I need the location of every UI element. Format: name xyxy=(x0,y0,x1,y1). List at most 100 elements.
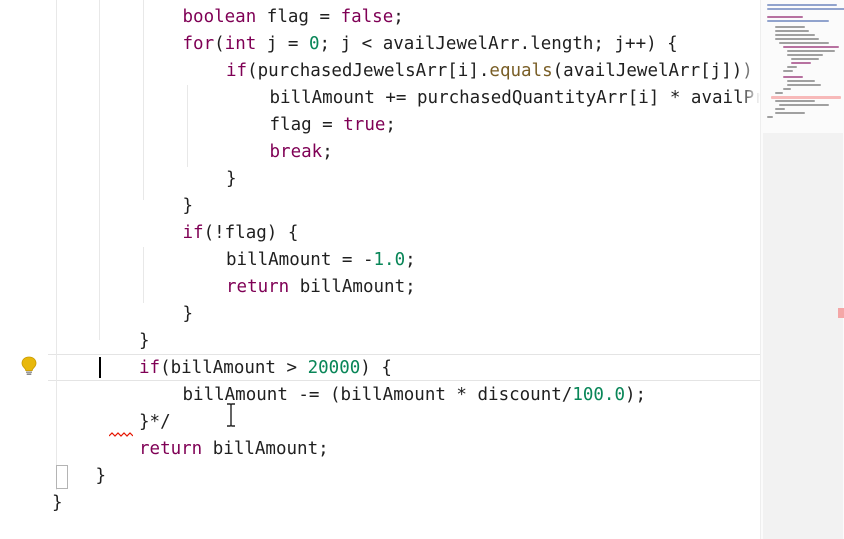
minimap-code-line xyxy=(779,42,829,44)
code-token: billAmount = - xyxy=(226,250,374,270)
minimap-code-line xyxy=(767,116,773,118)
code-token: (!flag) { xyxy=(203,223,299,243)
code-token: billAmount += purchasedQuantityArr[i] * … xyxy=(269,88,761,108)
minimap-code-line xyxy=(775,38,819,40)
code-token: } xyxy=(52,493,63,513)
code-token: billAmount; xyxy=(289,277,416,297)
code-token: (purchasedJewelsArr[i]. xyxy=(247,61,490,81)
matching-brace-highlight xyxy=(56,465,68,489)
code-token: } xyxy=(95,466,107,486)
minimap[interactable] xyxy=(760,0,844,539)
minimap-code-line xyxy=(775,100,815,102)
code-line[interactable]: } xyxy=(183,301,194,328)
minimap-code-line xyxy=(775,30,809,32)
code-token: equals xyxy=(489,61,553,81)
code-token: ); xyxy=(625,385,647,405)
minimap-code-line xyxy=(787,66,797,68)
code-line[interactable]: billAmount -= (billAmount * discount/100… xyxy=(183,382,647,409)
code-token: billAmount; xyxy=(202,439,329,459)
code-line[interactable]: if(billAmount > 20000) { xyxy=(139,355,392,382)
lightbulb-icon[interactable] xyxy=(20,356,38,376)
minimap-code-line xyxy=(787,50,835,52)
minimap-code-line xyxy=(787,84,821,86)
code-token: } xyxy=(182,196,194,216)
code-token: j = xyxy=(256,34,309,54)
minimap-viewport-slider[interactable] xyxy=(763,133,843,539)
minimap-error-line xyxy=(771,96,841,99)
minimap-code-line xyxy=(783,88,791,90)
code-token: int xyxy=(224,34,257,54)
code-token: flag = xyxy=(256,7,341,27)
code-token: false xyxy=(340,7,394,27)
code-token: boolean xyxy=(182,7,257,27)
minimap-code-line xyxy=(783,46,839,48)
code-token: }*/ xyxy=(139,412,171,432)
minimap-code-line xyxy=(767,4,837,6)
code-token: ; j < availJewelArr.length; j++) { xyxy=(319,34,678,54)
minimap-code-line xyxy=(775,92,783,94)
code-token: ; xyxy=(405,250,416,270)
error-squiggle xyxy=(109,432,133,437)
code-token: ) { xyxy=(360,358,392,378)
code-token: (availJewelArr[j])) { xyxy=(552,61,760,81)
code-text-area[interactable]: boolean flag = false; for(int j = 0; j < … xyxy=(48,0,760,539)
code-token: (billAmount > xyxy=(160,358,308,378)
code-token: ; xyxy=(393,7,404,27)
minimap-code-line xyxy=(791,62,811,64)
indent-guide xyxy=(56,0,57,490)
code-token: break xyxy=(269,142,323,162)
code-token: true xyxy=(343,115,386,135)
editor-gutter[interactable] xyxy=(0,0,48,539)
code-token: 20000 xyxy=(307,358,361,378)
code-token: } xyxy=(182,304,194,324)
minimap-code-line xyxy=(767,20,829,22)
code-token: 1.0 xyxy=(373,250,406,270)
code-token: ; xyxy=(385,115,396,135)
code-line[interactable]: } xyxy=(52,490,63,517)
minimap-code-line xyxy=(783,76,803,78)
code-token: billAmount -= (billAmount * discount/ xyxy=(182,385,573,405)
code-token: 100.0 xyxy=(572,385,626,405)
code-line[interactable]: } xyxy=(139,328,150,355)
code-token: for xyxy=(182,34,215,54)
code-token: } xyxy=(226,169,237,189)
code-line[interactable]: } xyxy=(183,193,194,220)
code-line[interactable]: return billAmount; xyxy=(139,436,329,463)
code-token: if xyxy=(182,223,204,243)
code-token: ; xyxy=(322,142,333,162)
code-line[interactable]: if(purchasedJewelsArr[i].equals(availJew… xyxy=(226,58,760,85)
text-cursor-icon xyxy=(227,403,235,427)
minimap-code-line xyxy=(775,108,785,110)
minimap-code-line xyxy=(767,16,803,18)
code-token: if xyxy=(226,61,248,81)
code-line[interactable]: } xyxy=(226,166,237,193)
minimap-code-line xyxy=(779,104,829,106)
minimap-code-line xyxy=(775,26,805,28)
minimap-code-line xyxy=(787,54,823,56)
minimap-code-line xyxy=(783,70,793,72)
code-line[interactable]: break; xyxy=(270,139,333,166)
code-line[interactable]: }*/ xyxy=(139,409,171,436)
code-token: return xyxy=(139,439,203,459)
minimap-code-line xyxy=(775,112,805,114)
code-line[interactable]: boolean flag = false; xyxy=(183,4,404,31)
indent-guide xyxy=(187,85,188,167)
code-token: if xyxy=(139,358,161,378)
code-overflow-fade xyxy=(740,0,760,140)
code-line[interactable]: if(!flag) { xyxy=(183,220,299,247)
code-line[interactable]: return billAmount; xyxy=(226,274,416,301)
minimap-code-line xyxy=(767,8,844,10)
code-line[interactable]: flag = true; xyxy=(270,112,396,139)
code-line[interactable]: for(int j = 0; j < availJewelArr.length;… xyxy=(183,31,678,58)
minimap-error-marker[interactable] xyxy=(838,308,844,318)
minimap-code-line xyxy=(775,34,815,36)
code-line[interactable]: billAmount += purchasedQuantityArr[i] * … xyxy=(270,85,761,112)
indent-guide xyxy=(143,247,144,303)
minimap-code-line xyxy=(787,80,815,82)
code-token: return xyxy=(226,277,290,297)
code-line[interactable]: } xyxy=(96,463,107,490)
code-token: 0 xyxy=(308,34,320,54)
code-editor[interactable]: boolean flag = false; for(int j = 0; j < … xyxy=(0,0,844,539)
code-line[interactable]: billAmount = -1.0; xyxy=(226,247,416,274)
code-token: ( xyxy=(214,34,225,54)
